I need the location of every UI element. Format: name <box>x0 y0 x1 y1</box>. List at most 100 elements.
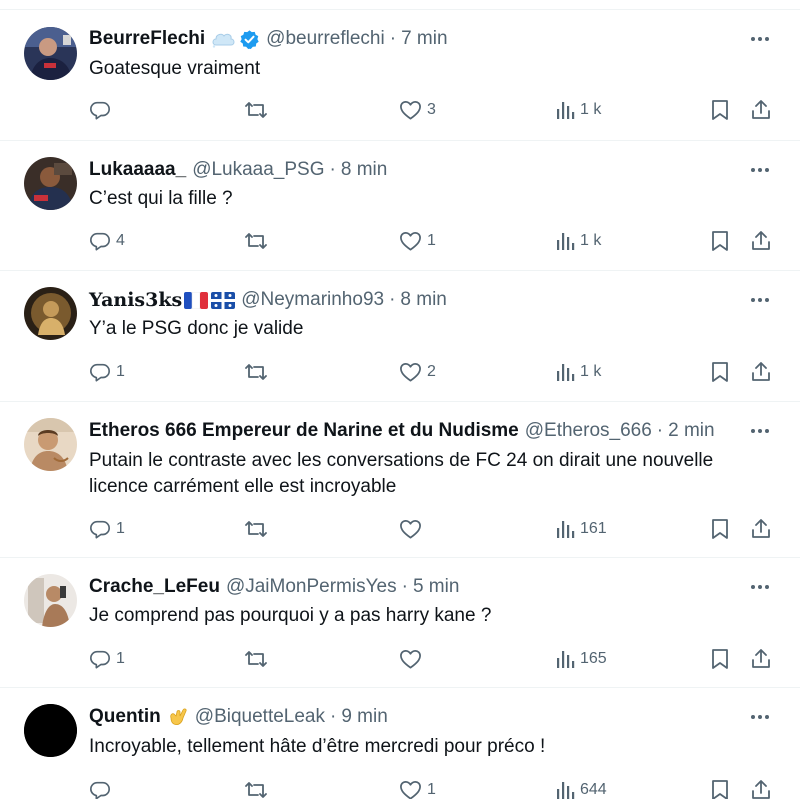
views-button[interactable]: 165 <box>555 646 607 672</box>
repost-button[interactable] <box>244 777 273 799</box>
more-icon[interactable] <box>748 419 772 443</box>
views-button[interactable]: 1 k <box>555 97 601 123</box>
like-button[interactable]: 1 <box>399 777 436 799</box>
divider <box>0 0 800 10</box>
like-icon <box>399 230 422 252</box>
repost-icon <box>244 779 268 799</box>
like-icon <box>399 779 422 799</box>
timestamp[interactable]: 7 min <box>401 27 447 51</box>
timestamp[interactable]: 8 min <box>400 288 446 312</box>
timestamp[interactable]: 8 min <box>341 158 387 182</box>
share-button[interactable] <box>750 359 772 385</box>
views-icon <box>555 519 575 539</box>
author-handle[interactable]: @Lukaaa_PSG <box>192 158 324 182</box>
reply-tweet[interactable]: BeurreFlechi @beurreflechi · 7 min Goate… <box>0 10 800 141</box>
verified-badge-icon[interactable] <box>239 29 260 50</box>
views-icon <box>555 780 575 799</box>
author-name[interactable]: Crache_LeFeu <box>89 575 220 599</box>
repost-button[interactable] <box>244 97 273 123</box>
reply-tweet[interactable]: Etheros 666 Empereur de Narine et du Nud… <box>0 402 800 558</box>
author-name[interactable]: Etheros 666 Empereur de Narine et du Nud… <box>89 419 519 443</box>
repost-icon <box>244 230 268 252</box>
reply-button[interactable] <box>89 97 116 123</box>
repost-button[interactable] <box>244 516 273 542</box>
more-icon[interactable] <box>748 705 772 729</box>
more-icon[interactable] <box>748 158 772 182</box>
reply-count: 4 <box>116 232 125 249</box>
like-button[interactable] <box>399 516 427 542</box>
repost-icon <box>244 99 268 121</box>
share-button[interactable] <box>750 777 772 799</box>
avatar[interactable] <box>24 287 77 340</box>
repost-icon <box>244 648 268 670</box>
more-icon[interactable] <box>748 27 772 51</box>
avatar[interactable] <box>24 704 77 757</box>
avatar[interactable] <box>24 157 77 210</box>
views-icon <box>555 362 575 382</box>
tweet-text: Je comprend pas pourquoi y a pas harry k… <box>89 605 492 626</box>
share-icon <box>750 361 772 383</box>
author-handle[interactable]: @beurreflechi <box>266 27 385 51</box>
more-icon[interactable] <box>748 575 772 599</box>
author-handle[interactable]: @JaiMonPermisYes <box>226 575 397 599</box>
author-handle[interactable]: @Neymarinho93 <box>241 288 384 312</box>
views-button[interactable]: 644 <box>555 777 607 799</box>
reply-tweet[interactable]: Lukaaaaa_ @Lukaaa_PSG · 8 min C’est qui … <box>0 141 800 271</box>
author-name[interactable]: Yanis3ks <box>89 288 182 312</box>
repost-button[interactable] <box>244 359 273 385</box>
reply-button[interactable] <box>89 777 116 799</box>
bookmark-button[interactable] <box>710 97 730 123</box>
bookmark-button[interactable] <box>710 228 730 254</box>
more-icon[interactable] <box>748 288 772 312</box>
tweet-text: Goatesque vraiment <box>89 58 261 79</box>
repost-button[interactable] <box>244 228 273 254</box>
author-name[interactable]: BeurreFlechi <box>89 27 205 51</box>
like-button[interactable]: 2 <box>399 359 436 385</box>
like-count: 1 <box>427 781 436 798</box>
bookmark-icon <box>710 648 730 670</box>
author-handle[interactable]: @Etheros_666 <box>525 419 652 443</box>
bookmark-button[interactable] <box>710 646 730 672</box>
like-icon <box>399 518 422 540</box>
avatar[interactable] <box>24 418 77 471</box>
tweet-text: Y’a le PSG donc je valide <box>89 318 304 339</box>
views-button[interactable]: 1 k <box>555 359 601 385</box>
share-button[interactable] <box>750 646 772 672</box>
timestamp[interactable]: 9 min <box>341 705 387 729</box>
reply-tweet[interactable]: Quentin @BiquetteLeak · 9 min Incroyable… <box>0 688 800 799</box>
reply-tweet[interactable]: Yanis3ks @Neymarinho93 · 8 min Y’a le PS… <box>0 271 800 402</box>
views-count: 1 k <box>580 232 602 249</box>
separator-dot: · <box>656 420 664 441</box>
reply-button[interactable]: 4 <box>89 228 125 254</box>
bookmark-button[interactable] <box>710 516 730 542</box>
bookmark-button[interactable] <box>710 359 730 385</box>
reply-button[interactable]: 1 <box>89 646 125 672</box>
reply-tweet[interactable]: Crache_LeFeu @JaiMonPermisYes · 5 min Je… <box>0 558 800 688</box>
share-button[interactable] <box>750 228 772 254</box>
reply-button[interactable]: 1 <box>89 516 125 542</box>
views-button[interactable]: 161 <box>555 516 607 542</box>
like-button[interactable]: 1 <box>399 228 436 254</box>
timestamp[interactable]: 5 min <box>413 575 459 599</box>
action-bar: 1 161 <box>0 516 800 542</box>
views-button[interactable]: 1 k <box>555 228 601 254</box>
like-button[interactable] <box>399 646 427 672</box>
reply-button[interactable]: 1 <box>89 359 125 385</box>
share-button[interactable] <box>750 516 772 542</box>
bookmark-icon <box>710 230 730 252</box>
like-button[interactable]: 3 <box>399 97 436 123</box>
action-bar: 3 1 k <box>0 97 800 123</box>
separator-dot: · <box>401 576 408 597</box>
author-name[interactable]: Lukaaaaa_ <box>89 158 186 182</box>
timestamp[interactable]: 2 min <box>668 419 714 443</box>
share-button[interactable] <box>750 97 772 123</box>
bookmark-icon <box>710 518 730 540</box>
action-bar: 1 165 <box>0 646 800 672</box>
repost-button[interactable] <box>244 646 273 672</box>
avatar[interactable] <box>24 574 77 627</box>
author-name[interactable]: Quentin <box>89 705 161 729</box>
avatar[interactable] <box>24 27 77 80</box>
bookmark-button[interactable] <box>710 777 730 799</box>
author-handle[interactable]: @BiquetteLeak <box>195 705 325 729</box>
like-count: 1 <box>427 232 436 249</box>
